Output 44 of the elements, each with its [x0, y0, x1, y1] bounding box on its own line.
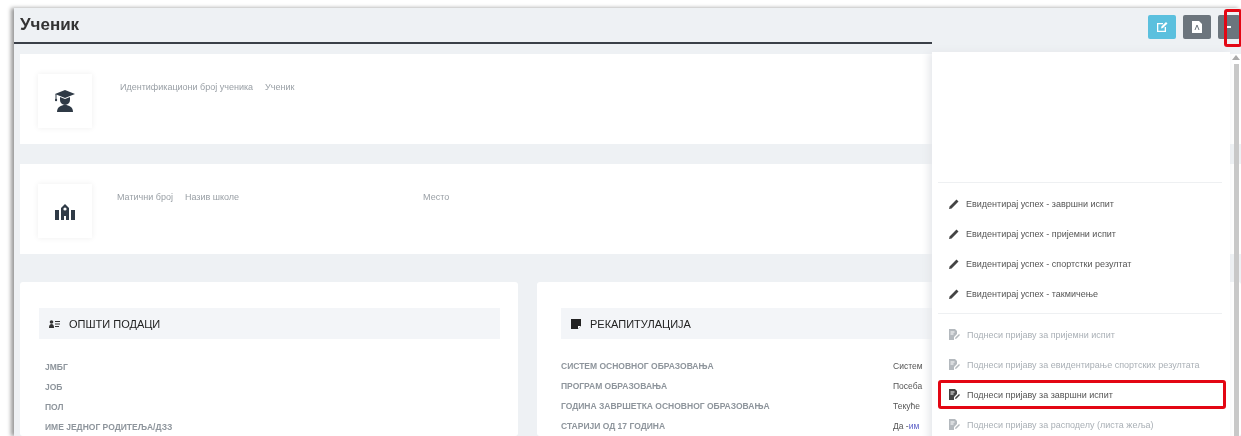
field-label: ПРОГРАМ ОБРАЗОВАЊА [561, 381, 669, 391]
document-pen-icon [949, 389, 960, 400]
document-pen-icon [949, 359, 960, 370]
field-label: Место [423, 192, 450, 202]
graduate-icon [55, 90, 75, 112]
field-label: СИСТЕМ ОСНОВНОГ ОБРАЗОВАЊА [561, 361, 715, 371]
field-label: ЈОБ [45, 381, 64, 393]
user-list-icon [49, 319, 60, 328]
edit-icon [1156, 21, 1168, 33]
pencil-icon [949, 288, 959, 299]
school-icon [54, 202, 76, 220]
edit-button[interactable] [1148, 15, 1176, 39]
scrollbar[interactable] [1234, 64, 1239, 436]
field-label: Ученик [265, 82, 295, 92]
field-label: Назив школе [184, 192, 240, 202]
menu-item[interactable]: Поднеси пријаву за завршни испит [938, 380, 1226, 409]
field-value: Да - [893, 421, 909, 431]
menu-item[interactable]: Евидентирај успех - такмичење [938, 279, 1226, 308]
field-label: ГОДИНА ЗАВРШЕТКА ОСНОВНОГ ОБРАЗОВАЊА [561, 401, 771, 411]
document-icon [1192, 21, 1202, 33]
scroll-up-icon [1232, 55, 1240, 60]
field-label: ЈМБГ [45, 361, 69, 373]
pencil-icon [949, 198, 959, 209]
section-title: ОПШТИ ПОДАЦИ [69, 317, 161, 330]
dash-icon [1227, 25, 1231, 29]
field-value: Систем [893, 361, 923, 371]
field-value: Посеба [893, 381, 923, 391]
field-label: ИМЕ ЈЕДНОГ РОДИТЕЉА/ДЗЗ [45, 421, 174, 433]
section-title: РЕКАПИТУЛАЦИЈА [590, 317, 691, 330]
pencil-icon [949, 228, 959, 239]
field-label: ПОЛ [45, 401, 65, 413]
document-pen-icon [949, 419, 960, 430]
pdf-button[interactable] [1183, 15, 1211, 39]
field-label: Идентификациони број ученика [120, 82, 254, 92]
menu-item[interactable]: Евидентирај успех - спортстки резултат [938, 249, 1226, 278]
pencil-icon [949, 258, 959, 269]
field-label: СТАРИЈИ ОД 17 ГОДИНА [561, 421, 667, 431]
field-value: Текуће [893, 401, 920, 411]
document-pen-icon [949, 329, 960, 340]
menu-item[interactable]: Евидентирај успех - завршни испит [938, 189, 1226, 218]
menu-item[interactable]: Евидентирај успех - пријемни испит [938, 219, 1226, 248]
field-label: Матични број [117, 192, 173, 202]
page-title: Ученик [20, 15, 80, 35]
note-icon [571, 318, 581, 329]
